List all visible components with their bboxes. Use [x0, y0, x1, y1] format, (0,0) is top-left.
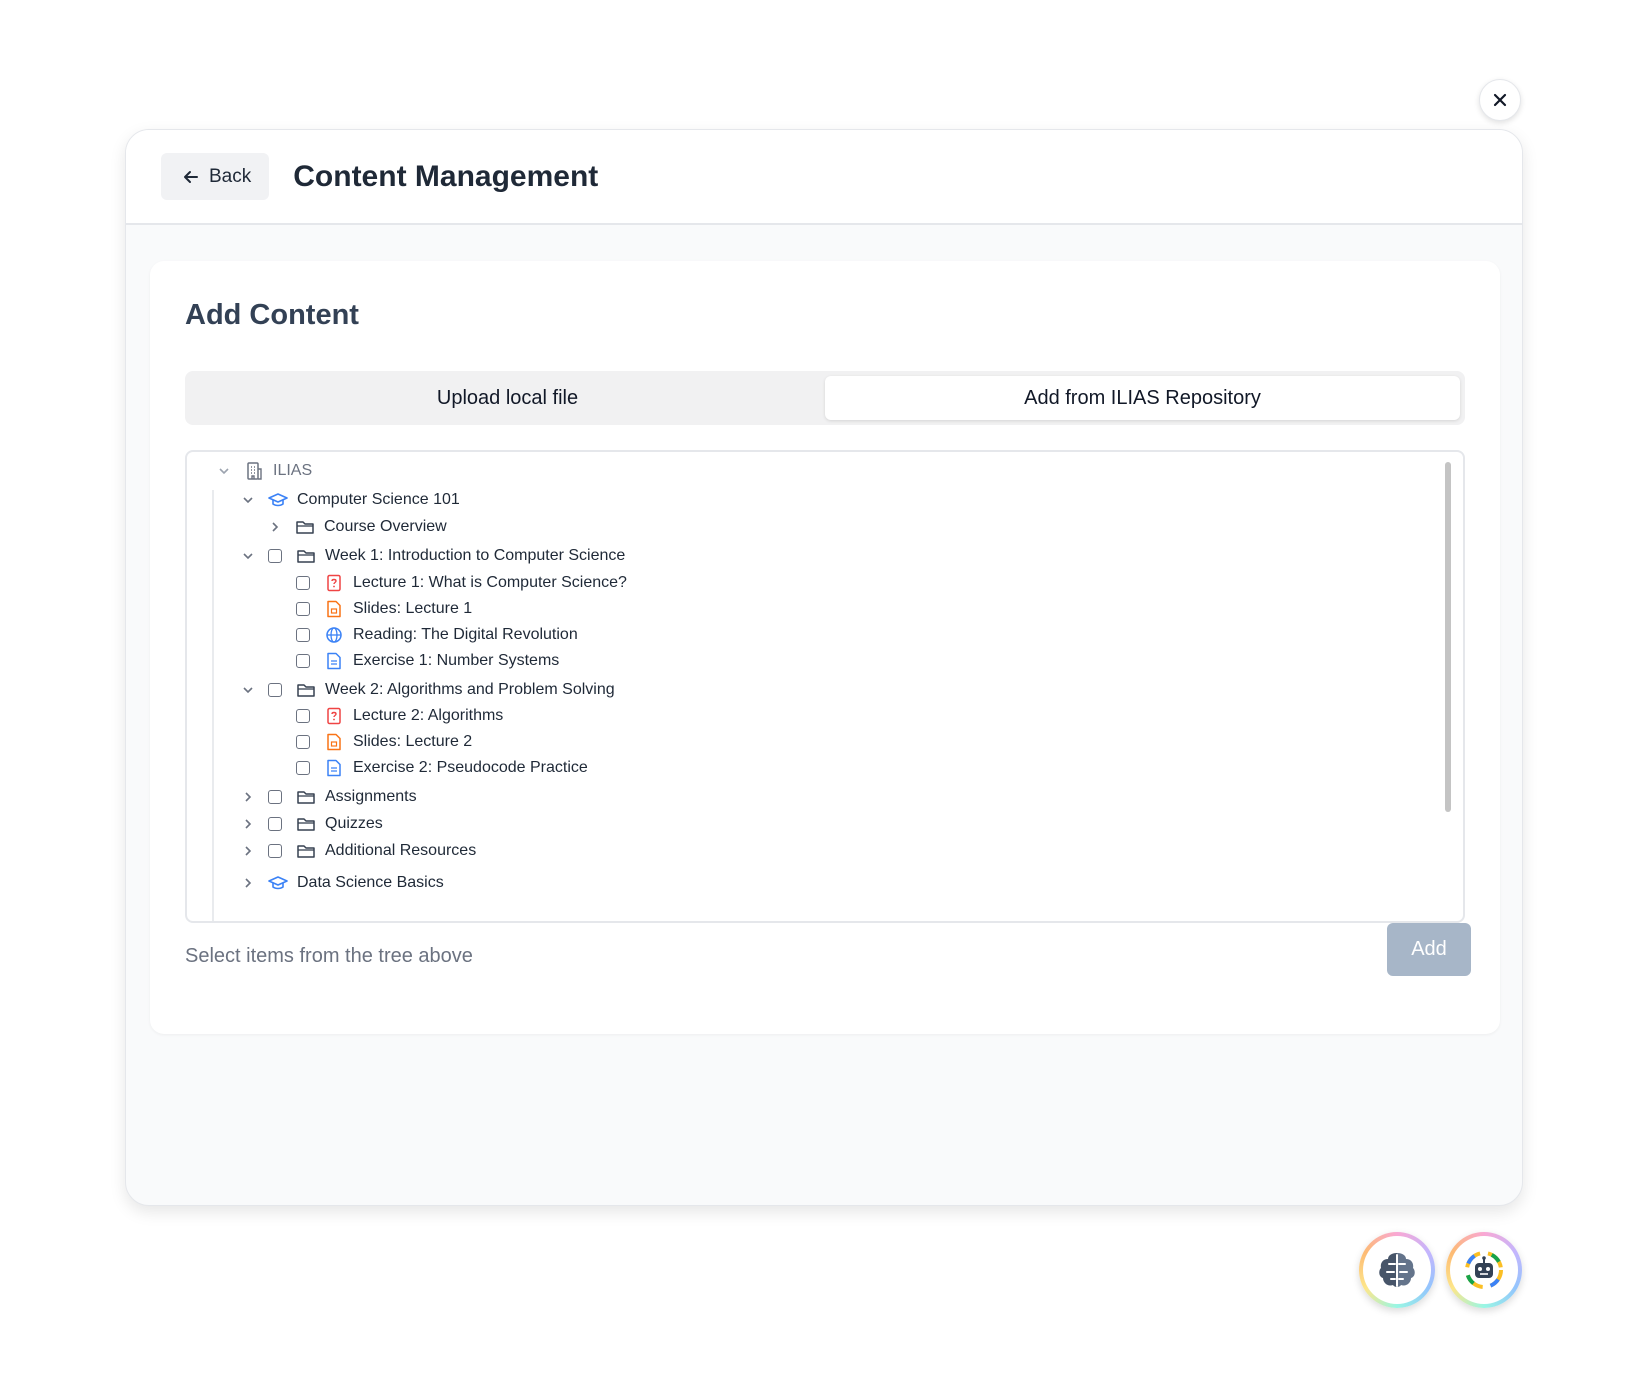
content-management-panel: Back Content Management Add Content Uplo…	[125, 129, 1523, 1206]
tree-label: Reading: The Digital Revolution	[353, 626, 578, 643]
tree-label: Week 2: Algorithms and Problem Solving	[325, 681, 615, 698]
panel-header: Back Content Management	[126, 130, 1522, 225]
tree-guide-line	[212, 490, 214, 921]
repository-tree[interactable]: ILIAS Computer Science 101 Course Overvi…	[185, 450, 1465, 923]
tree-label: Exercise 2: Pseudocode Practice	[353, 759, 588, 776]
checkbox[interactable]	[296, 735, 310, 749]
tree-label: Data Science Basics	[297, 874, 444, 891]
robot-icon	[1465, 1251, 1503, 1289]
graduation-cap-icon	[268, 490, 288, 510]
chevron-down-icon[interactable]	[240, 492, 256, 508]
tree-node-slides[interactable]: Slides: Lecture 2	[296, 729, 472, 755]
folder-icon	[296, 546, 316, 566]
tree-label: Exercise 1: Number Systems	[353, 652, 560, 669]
tree-scrollbar[interactable]	[1445, 462, 1451, 812]
tree-node-lecture[interactable]: Lecture 1: What is Computer Science?	[296, 570, 627, 596]
chevron-right-icon[interactable]	[240, 875, 256, 891]
file-question-icon	[324, 573, 344, 593]
checkbox[interactable]	[296, 576, 310, 590]
tree-node-exercise[interactable]: Exercise 2: Pseudocode Practice	[296, 755, 588, 781]
tree-node-folder[interactable]: Course Overview	[267, 514, 447, 540]
tree-label: ILIAS	[273, 462, 313, 479]
add-button[interactable]: Add	[1387, 923, 1471, 976]
tree-label: Lecture 1: What is Computer Science?	[353, 574, 627, 591]
checkbox[interactable]	[268, 844, 282, 858]
tree-node-exercise[interactable]: Exercise 1: Number Systems	[296, 648, 559, 674]
tree-node-folder[interactable]: Quizzes	[240, 811, 383, 837]
tree-node-lecture[interactable]: Lecture 2: Algorithms	[296, 703, 503, 729]
tree-node-course[interactable]: Computer Science 101	[240, 487, 460, 513]
tab-add-from-ilias[interactable]: Add from ILIAS Repository	[825, 376, 1460, 420]
chevron-right-icon[interactable]	[240, 843, 256, 859]
tree-label: Slides: Lecture 2	[353, 733, 473, 750]
checkbox[interactable]	[296, 654, 310, 668]
file-text-icon	[324, 651, 344, 671]
tree-node-folder[interactable]: Assignments	[240, 784, 417, 810]
file-slides-icon	[324, 732, 344, 752]
chevron-down-icon[interactable]	[216, 463, 232, 479]
tree-label: Lecture 2: Algorithms	[353, 707, 504, 724]
tree-node-reading[interactable]: Reading: The Digital Revolution	[296, 622, 578, 648]
chevron-right-icon[interactable]	[240, 789, 256, 805]
tree-label: Additional Resources	[325, 842, 477, 859]
checkbox[interactable]	[268, 790, 282, 804]
brain-assistant-button[interactable]	[1359, 1232, 1435, 1308]
arrow-left-icon	[184, 170, 198, 183]
checkbox[interactable]	[268, 683, 282, 697]
back-button[interactable]: Back	[161, 153, 270, 200]
file-slides-icon	[324, 599, 344, 619]
chevron-right-icon[interactable]	[240, 816, 256, 832]
checkbox[interactable]	[268, 549, 282, 563]
robot-assistant-button[interactable]	[1446, 1232, 1522, 1308]
tree-label: Course Overview	[324, 518, 447, 535]
folder-icon	[296, 680, 316, 700]
tree-node-folder[interactable]: Week 2: Algorithms and Problem Solving	[240, 677, 615, 703]
close-icon	[1493, 93, 1507, 107]
tree-label: Week 1: Introduction to Computer Science	[325, 547, 626, 564]
tree-node-course[interactable]: Data Science Basics	[240, 870, 444, 896]
folder-icon	[296, 787, 316, 807]
back-label: Back	[209, 165, 252, 187]
folder-icon	[295, 517, 315, 537]
checkbox[interactable]	[296, 709, 310, 723]
globe-icon	[324, 625, 344, 645]
source-tabs: Upload local file Add from ILIAS Reposit…	[185, 371, 1465, 425]
brain-icon	[1379, 1253, 1415, 1287]
tree-node-slides[interactable]: Slides: Lecture 1	[296, 596, 472, 622]
chevron-right-icon[interactable]	[267, 519, 283, 535]
file-question-icon	[324, 706, 344, 726]
add-content-card: Add Content Upload local file Add from I…	[150, 261, 1500, 1034]
file-text-icon	[324, 758, 344, 778]
page-title: Content Management	[293, 159, 599, 193]
checkbox[interactable]	[268, 817, 282, 831]
tree-node-root[interactable]: ILIAS	[216, 458, 312, 484]
close-button[interactable]	[1479, 79, 1521, 121]
tree-label: Quizzes	[325, 815, 383, 832]
card-title: Add Content	[185, 299, 359, 331]
folder-icon	[296, 841, 316, 861]
selection-hint: Select items from the tree above	[185, 945, 473, 967]
tab-upload-local-file[interactable]: Upload local file	[190, 376, 825, 420]
tree-label: Computer Science 101	[297, 491, 460, 508]
chevron-down-icon[interactable]	[240, 548, 256, 564]
tree-label: Slides: Lecture 1	[353, 600, 473, 617]
checkbox[interactable]	[296, 602, 310, 616]
tree-node-folder[interactable]: Week 1: Introduction to Computer Science	[240, 543, 625, 569]
folder-icon	[296, 814, 316, 834]
checkbox[interactable]	[296, 761, 310, 775]
chevron-down-icon[interactable]	[240, 682, 256, 698]
tree-label: Assignments	[325, 788, 417, 805]
checkbox[interactable]	[296, 628, 310, 642]
tree-node-folder[interactable]: Additional Resources	[240, 838, 476, 864]
graduation-cap-icon	[268, 873, 288, 893]
building-icon	[244, 461, 264, 481]
